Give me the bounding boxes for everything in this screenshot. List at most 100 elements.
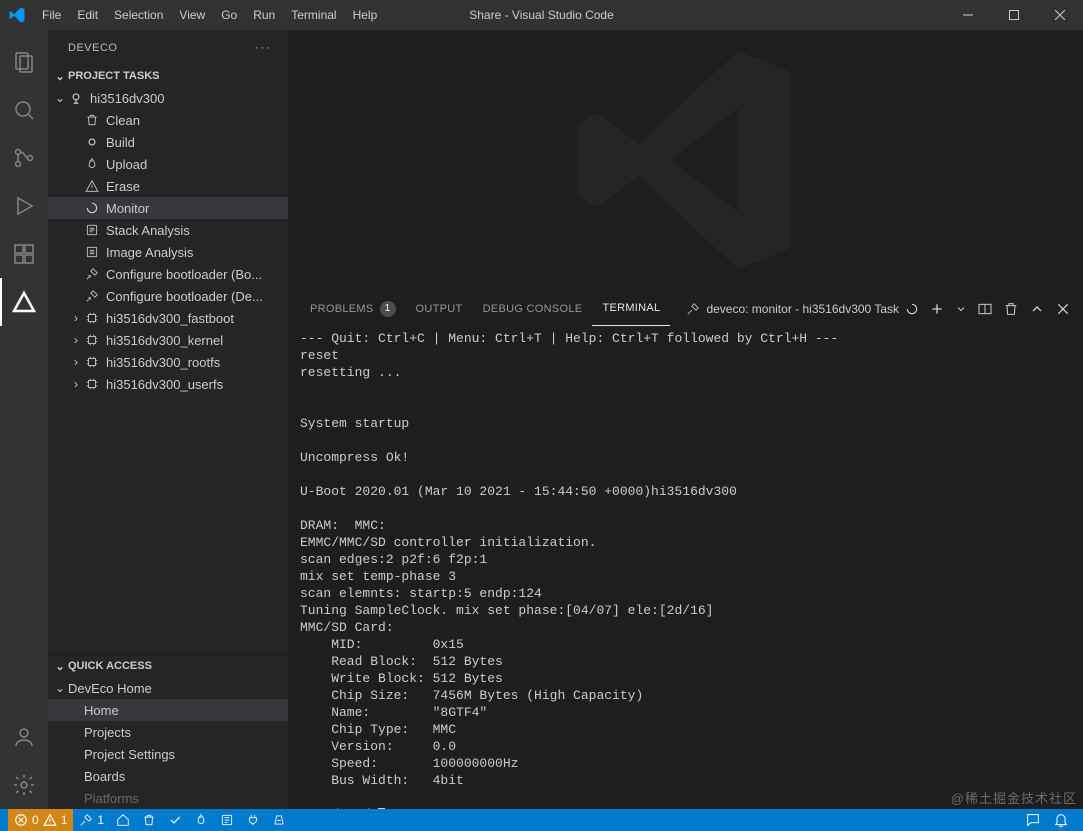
- qa-home[interactable]: Home: [48, 699, 288, 721]
- chevron-down-icon: ⌄: [52, 91, 68, 105]
- qa-boards[interactable]: Boards: [48, 765, 288, 787]
- task-configure-bootloader-bo[interactable]: Configure bootloader (Bo...: [48, 263, 288, 285]
- maximize-button[interactable]: [991, 0, 1037, 30]
- warning-icon: [43, 813, 57, 827]
- tab-terminal[interactable]: TERMINAL: [592, 291, 670, 326]
- subproject-userfs[interactable]: › hi3516dv300_userfs: [48, 373, 288, 395]
- status-bell-icon[interactable]: [1047, 809, 1075, 831]
- maximize-panel-icon[interactable]: [1029, 301, 1045, 317]
- task-label: Stack Analysis: [106, 223, 282, 238]
- subproject-fastboot[interactable]: › hi3516dv300_fastboot: [48, 307, 288, 329]
- quick-access-header[interactable]: ⌄ QUICK ACCESS: [48, 655, 288, 677]
- new-terminal-icon[interactable]: [929, 301, 945, 317]
- vscode-watermark-icon: [556, 30, 816, 290]
- task-clean[interactable]: Clean: [48, 109, 288, 131]
- task-erase[interactable]: Erase: [48, 175, 288, 197]
- kill-terminal-icon[interactable]: [1003, 301, 1019, 317]
- accounts-icon[interactable]: [0, 713, 48, 761]
- subproject-kernel[interactable]: › hi3516dv300_kernel: [48, 329, 288, 351]
- subproject-rootfs[interactable]: › hi3516dv300_rootfs: [48, 351, 288, 373]
- editor-empty: [288, 30, 1083, 290]
- terminal-output[interactable]: --- Quit: Ctrl+C | Menu: Ctrl+T | Help: …: [288, 326, 1083, 825]
- menu-bar: File Edit Selection View Go Run Terminal…: [34, 0, 385, 30]
- qa-projects[interactable]: Projects: [48, 721, 288, 743]
- project-tasks-header[interactable]: ⌄ PROJECT TASKS: [48, 65, 288, 87]
- status-feedback-icon[interactable]: [1019, 809, 1047, 831]
- extensions-icon[interactable]: [0, 230, 48, 278]
- search-icon[interactable]: [0, 86, 48, 134]
- minimize-button[interactable]: [945, 0, 991, 30]
- tab-output[interactable]: OUTPUT: [406, 291, 473, 326]
- panel-actions: deveco: monitor - hi3516dv300 Task: [686, 301, 1071, 317]
- qa-platforms[interactable]: Platforms: [48, 787, 288, 809]
- chevron-right-icon: ›: [68, 333, 84, 347]
- bottom-panel: PROBLEMS 1 OUTPUT DEBUG CONSOLE TERMINAL…: [288, 290, 1083, 825]
- explorer-icon[interactable]: [0, 38, 48, 86]
- list-icon: [84, 222, 100, 238]
- tools-count: 1: [97, 813, 104, 827]
- section-title: QUICK ACCESS: [68, 660, 152, 672]
- task-monitor[interactable]: Monitor: [48, 197, 288, 219]
- close-button[interactable]: [1037, 0, 1083, 30]
- menu-terminal[interactable]: Terminal: [283, 0, 344, 30]
- tab-label: PROBLEMS: [310, 303, 374, 315]
- menu-go[interactable]: Go: [213, 0, 245, 30]
- menu-file[interactable]: File: [34, 0, 69, 30]
- menu-edit[interactable]: Edit: [69, 0, 106, 30]
- task-upload[interactable]: Upload: [48, 153, 288, 175]
- tree-target[interactable]: ⌄ hi3516dv300: [48, 87, 288, 109]
- tools-icon: [79, 813, 93, 827]
- chevron-down-icon: ⌄: [52, 681, 68, 695]
- flame-icon: [84, 156, 100, 172]
- source-control-icon[interactable]: [0, 134, 48, 182]
- status-trash-icon[interactable]: [136, 809, 162, 831]
- quick-access: ⌄ QUICK ACCESS ⌄ DevEco Home Home Projec…: [48, 654, 288, 809]
- tools-icon: [686, 302, 700, 316]
- subproject-label: hi3516dv300_kernel: [106, 333, 282, 348]
- task-stack-analysis[interactable]: Stack Analysis: [48, 219, 288, 241]
- task-label: Configure bootloader (De...: [106, 289, 282, 304]
- split-terminal-icon[interactable]: [977, 301, 993, 317]
- spinner-icon: [905, 302, 919, 316]
- chip-icon: [84, 332, 100, 348]
- warning-icon: [84, 178, 100, 194]
- status-debug-icon[interactable]: [214, 809, 240, 831]
- menu-view[interactable]: View: [171, 0, 213, 30]
- status-tools[interactable]: 1: [73, 809, 110, 831]
- quick-access-group[interactable]: ⌄ DevEco Home: [48, 677, 288, 699]
- task-image-analysis[interactable]: Image Analysis: [48, 241, 288, 263]
- task-label: Clean: [106, 113, 282, 128]
- close-panel-icon[interactable]: [1055, 301, 1071, 317]
- tools-icon: [84, 288, 100, 304]
- subproject-label: hi3516dv300_fastboot: [106, 311, 282, 326]
- status-target-icon[interactable]: [266, 809, 292, 831]
- more-icon[interactable]: ···: [255, 42, 272, 54]
- tab-problems[interactable]: PROBLEMS 1: [300, 291, 406, 326]
- task-label: Monitor: [106, 201, 282, 216]
- deveco-icon[interactable]: [0, 278, 48, 326]
- settings-gear-icon[interactable]: [0, 761, 48, 809]
- status-plug-icon[interactable]: [240, 809, 266, 831]
- chevron-down-icon[interactable]: [955, 303, 967, 315]
- status-check-icon[interactable]: [162, 809, 188, 831]
- status-flame-icon[interactable]: [188, 809, 214, 831]
- chip-icon: [84, 354, 100, 370]
- status-errors-warnings[interactable]: 0 1: [8, 809, 73, 831]
- tab-debug-console[interactable]: DEBUG CONSOLE: [473, 291, 593, 326]
- run-debug-icon[interactable]: [0, 182, 48, 230]
- trash-icon: [84, 112, 100, 128]
- qa-label: Projects: [84, 725, 282, 740]
- menu-run[interactable]: Run: [245, 0, 283, 30]
- window-controls: [945, 0, 1083, 30]
- status-home-icon[interactable]: [110, 809, 136, 831]
- menu-selection[interactable]: Selection: [106, 0, 171, 30]
- tools-icon: [84, 266, 100, 282]
- qa-project-settings[interactable]: Project Settings: [48, 743, 288, 765]
- task-build[interactable]: Build: [48, 131, 288, 153]
- window-title: Share - Visual Studio Code: [469, 8, 614, 22]
- task-configure-bootloader-de[interactable]: Configure bootloader (De...: [48, 285, 288, 307]
- menu-help[interactable]: Help: [345, 0, 386, 30]
- chip-icon: [84, 310, 100, 326]
- terminal-task-label[interactable]: deveco: monitor - hi3516dv300 Task: [686, 302, 919, 316]
- task-label: Upload: [106, 157, 282, 172]
